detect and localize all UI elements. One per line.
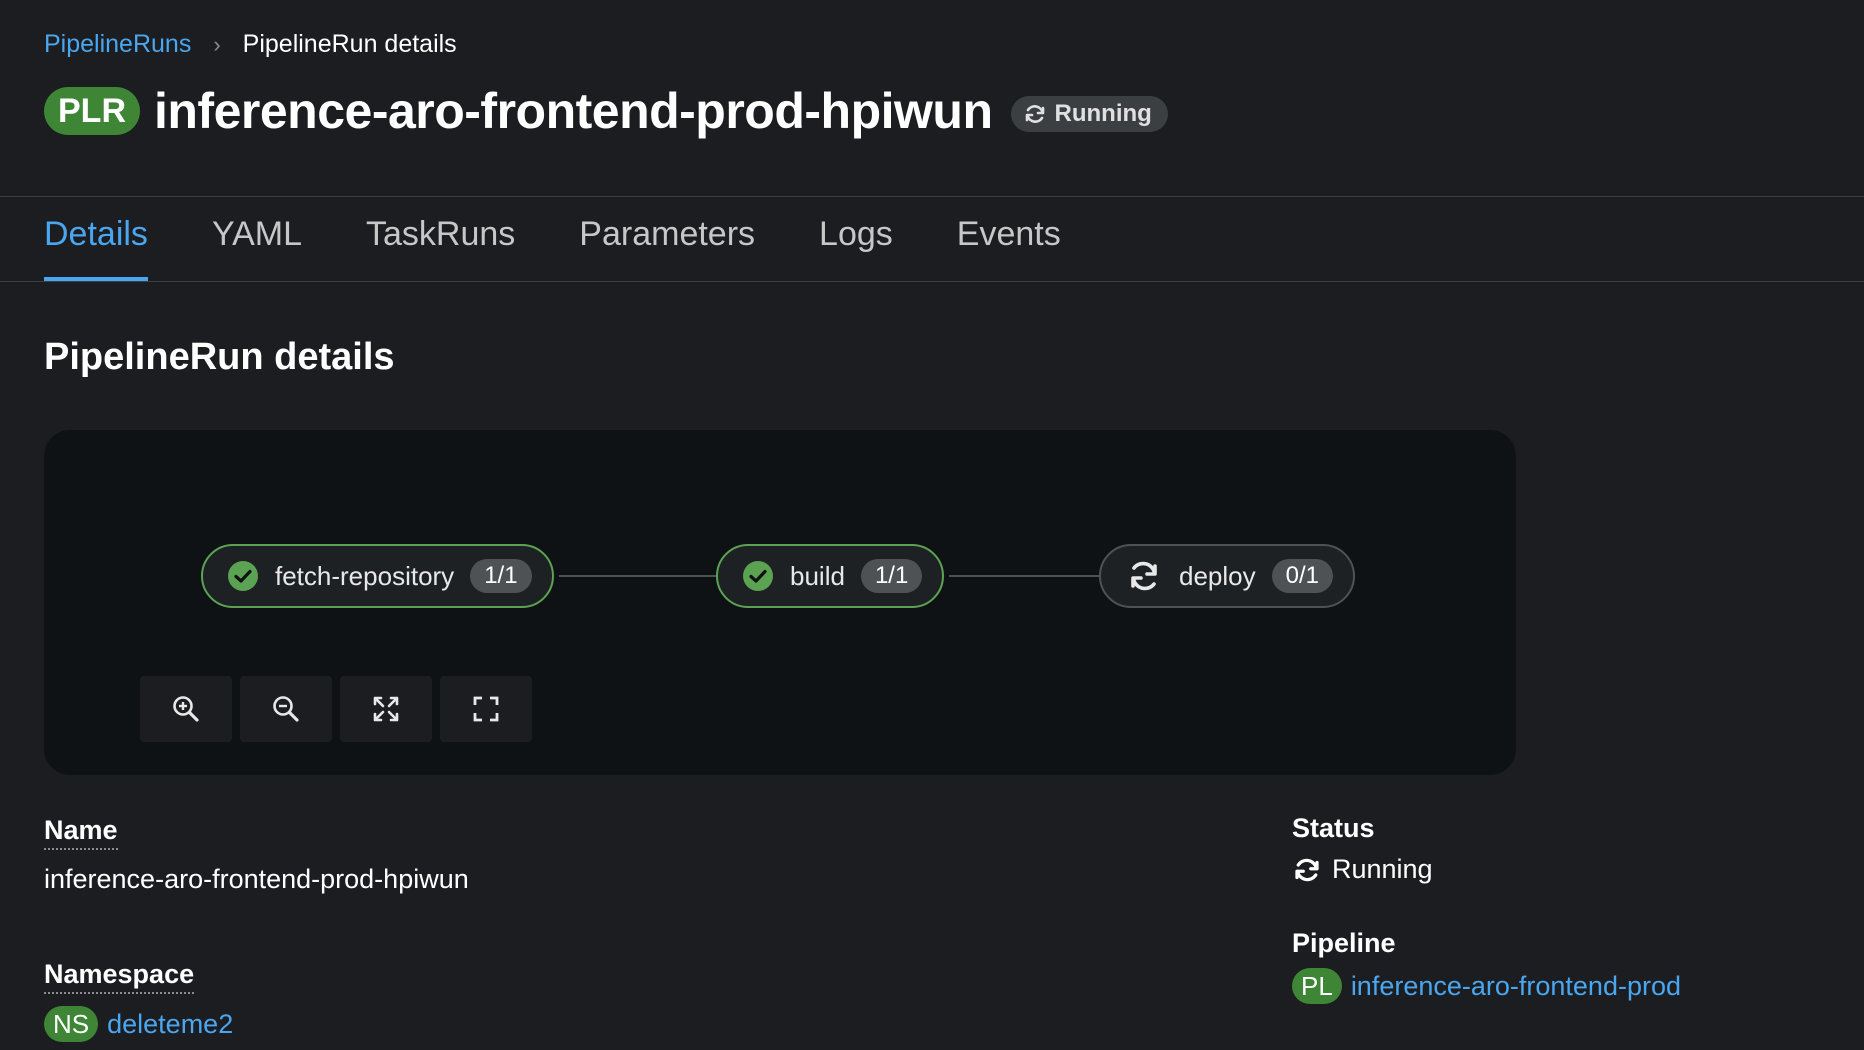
tab-details[interactable]: Details bbox=[44, 197, 148, 281]
sync-icon bbox=[1295, 858, 1319, 881]
pipeline-badge: PL bbox=[1292, 968, 1342, 1004]
status-badge: Running bbox=[1010, 96, 1168, 132]
fit-to-screen-icon bbox=[373, 696, 399, 722]
status-value-label: Running bbox=[1332, 854, 1433, 884]
pipeline-link[interactable]: inference-aro-frontend-prod bbox=[1351, 971, 1681, 1002]
name-value: inference-aro-frontend-prod-hpiwun bbox=[44, 864, 469, 894]
task-node-label: build bbox=[790, 560, 845, 591]
name-label: Name bbox=[44, 815, 118, 850]
task-node-build[interactable]: build 1/1 bbox=[716, 544, 945, 608]
expand-button[interactable] bbox=[440, 676, 532, 742]
task-node-label: deploy bbox=[1179, 560, 1256, 591]
pipeline-label: Pipeline bbox=[1292, 928, 1396, 958]
tab-yaml[interactable]: YAML bbox=[212, 197, 302, 281]
zoom-in-icon bbox=[173, 696, 199, 722]
namespace-label: Namespace bbox=[44, 959, 195, 994]
zoom-out-button[interactable] bbox=[240, 676, 332, 742]
namespace-link[interactable]: deleteme2 bbox=[107, 1009, 233, 1040]
pipelinerun-details-page: PipelineRuns › PipelineRun details PLR i… bbox=[0, 0, 1864, 1050]
title-row: PLR inference-aro-frontend-prod-hpiwun R… bbox=[44, 82, 1168, 140]
task-node-label: fetch-repository bbox=[275, 560, 455, 591]
status-badge-label: Running bbox=[1054, 100, 1152, 127]
page-header: PipelineRuns › PipelineRun details PLR i… bbox=[44, 0, 1864, 196]
tab-parameters[interactable]: Parameters bbox=[579, 197, 755, 281]
section-title: PipelineRun details bbox=[44, 336, 395, 378]
tab-bar: Details YAML TaskRuns Parameters Logs Ev… bbox=[44, 197, 1864, 281]
check-circle-icon bbox=[742, 560, 774, 592]
sync-icon bbox=[1125, 557, 1163, 595]
task-node-deploy[interactable]: deploy 0/1 bbox=[1099, 544, 1355, 608]
namespace-badge: NS bbox=[44, 1006, 99, 1042]
task-node-fetch-repository[interactable]: fetch-repository 1/1 bbox=[201, 544, 554, 608]
breadcrumb-pipelineruns-link[interactable]: PipelineRuns bbox=[44, 30, 191, 59]
task-count-badge: 0/1 bbox=[1271, 559, 1333, 593]
tab-events[interactable]: Events bbox=[957, 197, 1061, 281]
pipeline-graph: fetch-repository 1/1 build 1/1 deploy 0/… bbox=[44, 430, 1516, 775]
tab-logs[interactable]: Logs bbox=[819, 197, 893, 281]
fit-to-screen-button[interactable] bbox=[340, 676, 432, 742]
pipeline-value: PL inference-aro-frontend-prod bbox=[1292, 968, 1681, 1004]
sync-icon bbox=[1025, 105, 1044, 123]
expand-icon bbox=[473, 696, 499, 722]
status-value: Running bbox=[1292, 854, 1433, 885]
zoom-in-button[interactable] bbox=[140, 676, 232, 742]
breadcrumb: PipelineRuns › PipelineRun details bbox=[44, 30, 457, 59]
zoom-out-icon bbox=[273, 696, 299, 722]
check-circle-icon bbox=[227, 560, 259, 592]
task-count-badge: 1/1 bbox=[470, 559, 532, 593]
breadcrumb-current: PipelineRun details bbox=[242, 30, 457, 58]
tabs-divider bbox=[0, 281, 1864, 282]
task-count-badge: 1/1 bbox=[860, 559, 923, 593]
status-label: Status bbox=[1292, 813, 1375, 843]
resource-badge: PLR bbox=[44, 87, 140, 135]
chevron-right-icon: › bbox=[213, 31, 221, 57]
tab-taskruns[interactable]: TaskRuns bbox=[366, 197, 515, 281]
namespace-value: NS deleteme2 bbox=[44, 1006, 233, 1042]
page-title: inference-aro-frontend-prod-hpiwun bbox=[154, 83, 993, 139]
